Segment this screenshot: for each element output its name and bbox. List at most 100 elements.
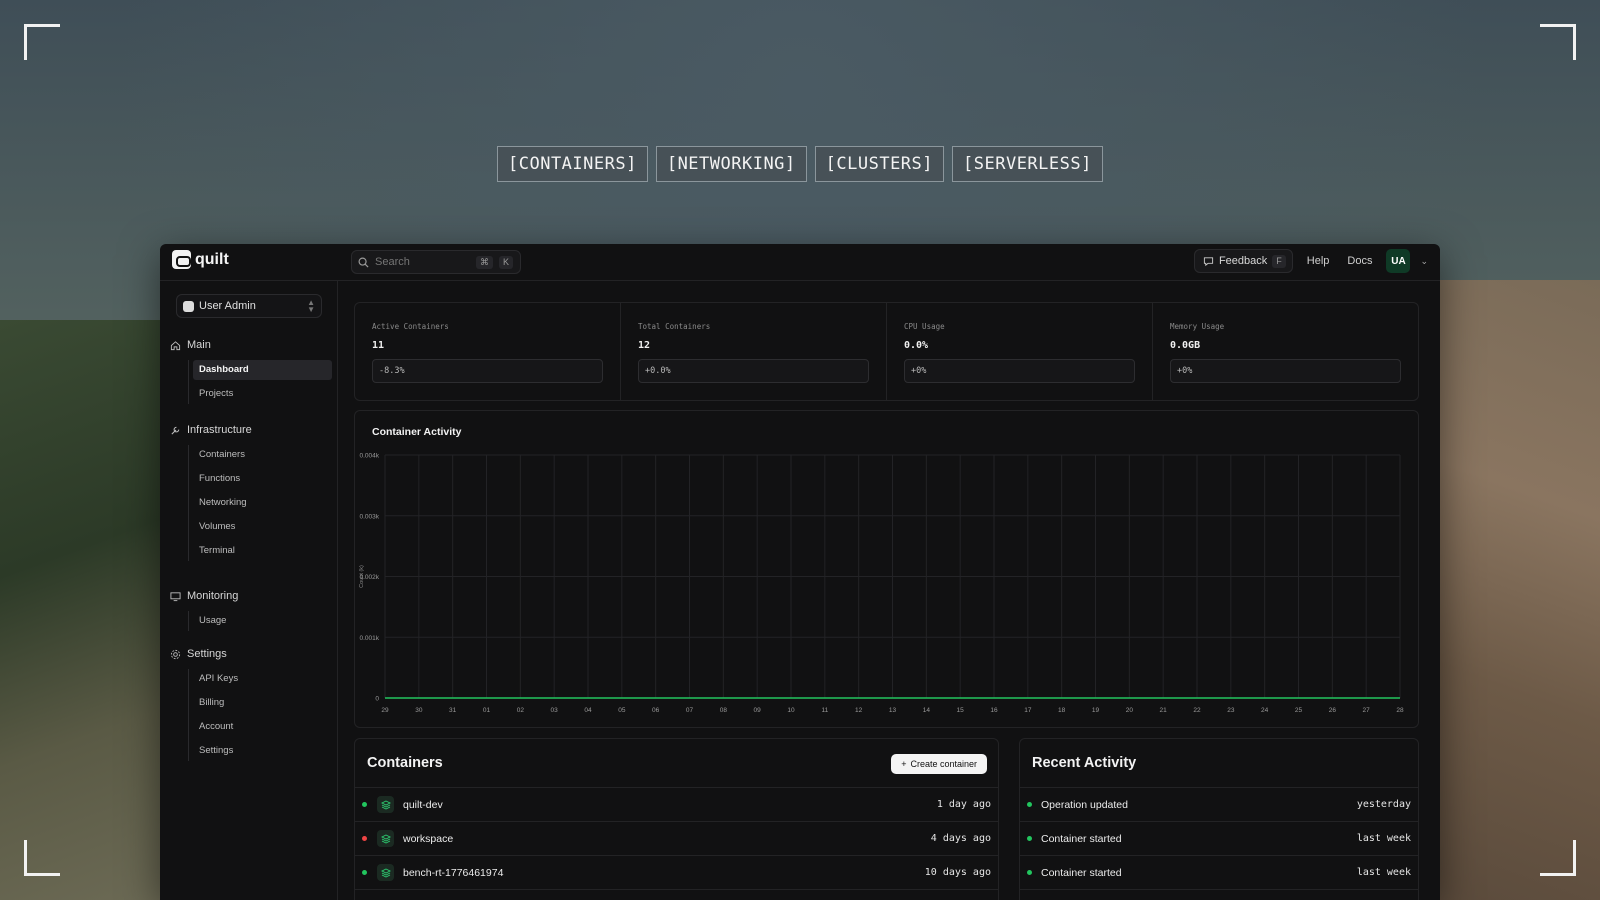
nav-head-infrastructure-label: Infrastructure bbox=[187, 424, 252, 436]
activity-time: last week bbox=[1356, 833, 1411, 844]
y-tick-label: 0.003k bbox=[359, 513, 379, 520]
stat-value: 12 bbox=[638, 340, 651, 351]
search-box[interactable]: ⌘ K bbox=[351, 250, 521, 274]
sidebar-item-networking[interactable]: Networking bbox=[193, 493, 332, 513]
x-tick-label: 31 bbox=[449, 707, 457, 714]
org-switcher[interactable]: User Admin ▲ ▼ bbox=[176, 294, 322, 318]
nav-head-monitoring[interactable]: Monitoring bbox=[170, 587, 332, 605]
x-tick-label: 04 bbox=[584, 707, 592, 714]
x-tick-label: 16 bbox=[990, 707, 998, 714]
container-activity-chart: 00.001k0.002k0.003k0.004kCount (k)29 30 31… bbox=[359, 453, 1404, 715]
list-item[interactable]: Container started last week bbox=[1020, 822, 1418, 856]
search-icon bbox=[358, 257, 369, 268]
container-icon bbox=[377, 830, 394, 847]
sidebar-item-dashboard[interactable]: Dashboard bbox=[193, 360, 332, 380]
sidebar-item-settings[interactable]: Settings bbox=[193, 741, 332, 761]
nav-head-settings-label: Settings bbox=[187, 648, 227, 660]
chevron-down-icon[interactable]: ⌄ bbox=[1420, 256, 1428, 267]
nav-section-infrastructure: Infrastructure Containers Functions Netw… bbox=[170, 421, 332, 565]
logo[interactable]: quilt bbox=[172, 250, 229, 269]
message-icon bbox=[1203, 256, 1214, 266]
create-container-label: Create container bbox=[910, 759, 977, 769]
container-time: 1 day ago bbox=[936, 799, 991, 810]
stat-label: Total Containers bbox=[638, 322, 711, 331]
x-tick-label: 08 bbox=[720, 707, 728, 714]
search-input[interactable] bbox=[375, 256, 470, 268]
main-content: Active Containers 11 -8.3% Total Contain… bbox=[338, 281, 1440, 900]
x-tick-label: 09 bbox=[754, 707, 762, 714]
x-tick-label: 19 bbox=[1092, 707, 1100, 714]
hero-tab-clusters[interactable]: [CLUSTERS] bbox=[814, 146, 945, 182]
stats-panel: Active Containers 11 -8.3% Total Contain… bbox=[354, 302, 1419, 401]
container-time: 4 days ago bbox=[930, 833, 991, 844]
sidebar-item-terminal[interactable]: Terminal bbox=[193, 541, 332, 561]
feedback-button[interactable]: Feedback F bbox=[1193, 249, 1293, 273]
nav-section-settings: Settings API Keys Billing Account Settin… bbox=[170, 645, 332, 765]
avatar[interactable]: UA bbox=[1386, 249, 1411, 273]
x-tick-label: 02 bbox=[517, 707, 525, 714]
stat-value: 0.0% bbox=[904, 340, 929, 351]
activity-text: Container started bbox=[1041, 866, 1122, 879]
x-tick-label: 22 bbox=[1193, 707, 1201, 714]
table-row[interactable]: workspace 4 days ago bbox=[355, 822, 998, 856]
nav-head-main[interactable]: Main bbox=[170, 336, 332, 354]
stat-delta: -8.3% bbox=[372, 359, 603, 383]
shortcut-key-k: K bbox=[499, 255, 514, 269]
x-tick-label: 18 bbox=[1058, 707, 1066, 714]
recent-activity-card: Recent Activity Operation updated yester… bbox=[1019, 738, 1419, 900]
help-link[interactable]: Help bbox=[1303, 255, 1334, 267]
container-name: quilt-dev bbox=[403, 798, 443, 811]
sidebar-item-billing[interactable]: Billing bbox=[193, 693, 332, 713]
sidebar-item-usage[interactable]: Usage bbox=[193, 611, 332, 631]
x-tick-label: 10 bbox=[787, 707, 795, 714]
nav-list-infrastructure: Containers Functions Networking Volumes … bbox=[188, 445, 332, 561]
sidebar-item-projects[interactable]: Projects bbox=[193, 384, 332, 404]
recent-activity-header: Recent Activity bbox=[1020, 739, 1418, 788]
y-tick-label: 0.004k bbox=[359, 453, 379, 460]
feedback-shortcut: F bbox=[1272, 254, 1286, 268]
sidebar-item-containers[interactable]: Containers bbox=[193, 445, 332, 465]
x-tick-label: 20 bbox=[1126, 707, 1134, 714]
wrench-icon bbox=[171, 426, 180, 435]
quilt-logo-icon bbox=[172, 250, 191, 269]
chevron-updown-icon: ▲ ▼ bbox=[307, 298, 315, 314]
x-tick-label: 23 bbox=[1227, 707, 1235, 714]
docs-link[interactable]: Docs bbox=[1343, 255, 1376, 267]
x-tick-label: 15 bbox=[957, 707, 965, 714]
frame-corner-bottom-right bbox=[1540, 840, 1576, 876]
shortcut-key-cmd: ⌘ bbox=[476, 255, 493, 269]
nav-head-infrastructure[interactable]: Infrastructure bbox=[170, 421, 332, 439]
table-row[interactable]: bench-rt-1776461974 10 days ago bbox=[355, 856, 998, 890]
sidebar-item-volumes[interactable]: Volumes bbox=[193, 517, 332, 537]
recent-activity-title: Recent Activity bbox=[1032, 755, 1137, 771]
container-icon bbox=[377, 864, 394, 881]
nav-head-monitoring-label: Monitoring bbox=[187, 590, 239, 602]
y-tick-label: 0.001k bbox=[359, 635, 379, 642]
hero-tab-serverless[interactable]: [SERVERLESS] bbox=[952, 146, 1103, 182]
status-dot bbox=[1027, 802, 1032, 807]
nav-head-settings[interactable]: Settings bbox=[170, 645, 332, 663]
hero-tab-networking[interactable]: [NETWORKING] bbox=[655, 146, 807, 182]
top-bar: quilt ⌘ K Feedback F Help Docs UA ⌄ bbox=[160, 244, 1440, 281]
status-dot bbox=[362, 802, 367, 807]
stat-cpu-usage: CPU Usage 0.0% +0% bbox=[887, 303, 1153, 400]
nav-list-monitoring: Usage bbox=[188, 611, 332, 631]
x-tick-label: 13 bbox=[889, 707, 897, 714]
sidebar-item-api-keys[interactable]: API Keys bbox=[193, 669, 332, 689]
sidebar-item-account[interactable]: Account bbox=[193, 717, 332, 737]
y-tick-label: 0 bbox=[375, 696, 379, 703]
hero-tab-containers[interactable]: [CONTAINERS] bbox=[497, 146, 648, 182]
x-tick-label: 26 bbox=[1329, 707, 1337, 714]
list-item[interactable]: Container started last week bbox=[1020, 856, 1418, 890]
create-container-button[interactable]: + Create container bbox=[891, 754, 987, 774]
sidebar-item-functions[interactable]: Functions bbox=[193, 469, 332, 489]
feedback-label: Feedback bbox=[1218, 255, 1268, 267]
table-row[interactable]: quilt-dev 1 day ago bbox=[355, 788, 998, 822]
sidebar: User Admin ▲ ▼ Main Dashboard Projects In… bbox=[160, 281, 338, 900]
containers-header: Containers + Create container bbox=[355, 739, 998, 788]
stat-total-containers: Total Containers 12 +0.0% bbox=[621, 303, 887, 400]
activity-text: Operation updated bbox=[1041, 798, 1128, 811]
monitor-icon bbox=[170, 591, 181, 601]
list-item[interactable]: Operation updated yesterday bbox=[1020, 788, 1418, 822]
container-icon bbox=[377, 796, 394, 813]
